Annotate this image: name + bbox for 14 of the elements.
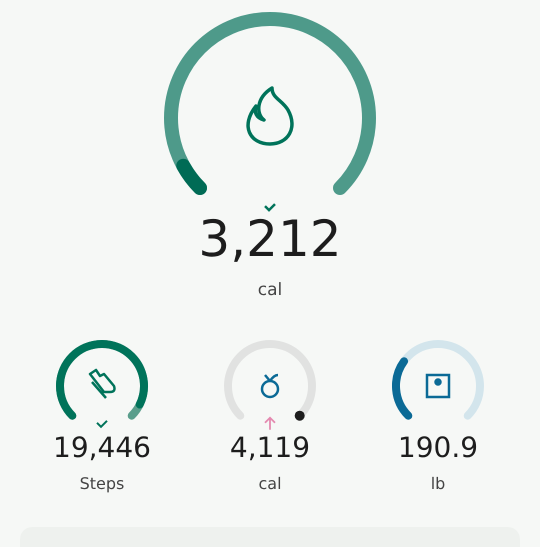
arrow-up-icon [264,416,276,431]
calories-value: 3,212 [198,214,342,264]
metric-value: 4,119 [230,434,310,462]
unit-label: Steps [80,474,124,493]
metric-value: 190.9 [398,434,478,462]
scale-icon [426,374,450,398]
apple-icon [260,374,280,398]
check-icon [96,420,108,428]
flame-icon [246,86,294,146]
check-icon [264,203,276,212]
metric-value: 19,446 [53,434,151,462]
unit-label: lb [430,474,446,493]
unit-label: cal [258,280,282,300]
unit-label: cal [258,474,282,493]
